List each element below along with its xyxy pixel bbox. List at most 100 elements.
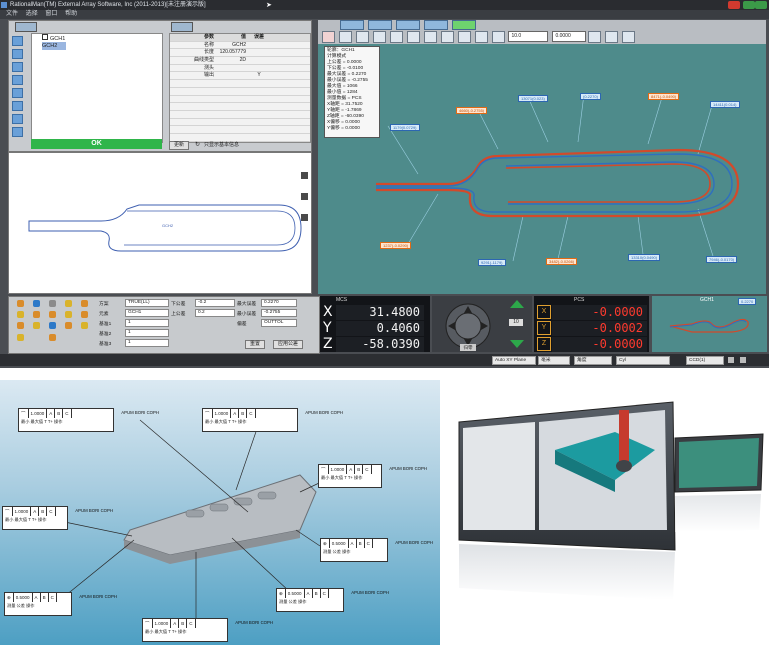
lower-tol-field[interactable]: -0.2 [195, 299, 235, 307]
deviation-callout[interactable]: (0.2270) [580, 93, 601, 100]
tab-3d[interactable] [340, 20, 364, 30]
view-icon[interactable] [301, 172, 308, 179]
coordinate-mode-select[interactable]: Cyl [616, 356, 670, 365]
fit-icon[interactable] [301, 214, 308, 221]
plane-tool-icon[interactable] [12, 75, 23, 85]
fcf-annotation[interactable]: ⊕ 0.5000 A B C 测量 公差 操作 APUM BORI COPH [320, 538, 433, 562]
panel-tab[interactable] [15, 22, 37, 32]
tool-icon[interactable] [17, 334, 24, 341]
tool-icon[interactable] [81, 322, 88, 329]
fcf-annotation[interactable]: ⊕ 0.5000 A B C 测量 公差 操作 APUM BORI COPH [276, 588, 389, 612]
line-tool-icon[interactable] [12, 49, 23, 59]
menu-select[interactable]: 选择 [26, 10, 38, 19]
offset-field[interactable]: 0.0000 [552, 31, 587, 42]
fcf-annotation[interactable]: ⌒ 1.0000 A B C 最小 最大值 T T+ 操作 APUM BORI COPH [202, 408, 343, 432]
deviation-callout[interactable]: 8471(-0.0490) [648, 93, 680, 100]
tool-icon[interactable] [49, 311, 56, 318]
print-icon[interactable] [588, 31, 602, 43]
deviation-callout[interactable]: 14411(0.014) [710, 101, 740, 108]
deviation-callout[interactable]: 1179(0.0729) [390, 124, 420, 131]
close-button[interactable] [728, 1, 740, 9]
checkbox-icon[interactable] [42, 34, 48, 40]
table-row[interactable]: 名称 GCH2 [170, 42, 310, 50]
speed-field[interactable]: 10 [509, 319, 523, 326]
minimize-button[interactable] [743, 1, 755, 9]
joystick-down-button[interactable] [510, 339, 524, 348]
tab-program[interactable] [451, 20, 476, 30]
joystick-up-button[interactable] [510, 300, 524, 309]
scale-select[interactable]: 10.0 [508, 31, 549, 42]
move-icon[interactable] [457, 31, 471, 43]
list-item-selected[interactable]: GCH2 [42, 42, 66, 50]
table-row[interactable]: 测头 [170, 65, 310, 73]
only-basic-info-toggle[interactable]: 只显示基本信息 [204, 142, 239, 148]
tool-icon[interactable] [65, 311, 72, 318]
angle-select[interactable]: 角度 [574, 356, 612, 365]
deviation-callout[interactable]: 13071(0.023) [518, 95, 548, 102]
upper-tol-field[interactable]: 0.2 [195, 309, 235, 317]
deviation-callout[interactable]: 4660(-0.2755) [456, 107, 488, 114]
measure-icon[interactable] [389, 31, 403, 43]
save-icon[interactable] [605, 31, 619, 43]
menu-window[interactable]: 窗口 [45, 10, 57, 19]
tool-icon[interactable] [17, 300, 24, 307]
zero-button[interactable]: 归零 [460, 344, 476, 351]
tool-icon[interactable] [65, 322, 72, 329]
tool-icon[interactable] [33, 322, 40, 329]
fcf-annotation[interactable]: ⌒ 1.0000 A B C 最小 最大值 T T+ 操作 APUM BORI COPH [2, 506, 113, 530]
menu-file[interactable]: 文件 [6, 10, 18, 19]
element-select[interactable]: GCH1 [125, 309, 169, 317]
cylinder-tool-icon[interactable] [12, 114, 23, 124]
select-icon[interactable] [338, 31, 352, 43]
datum3-field[interactable]: 1 [125, 339, 169, 347]
plan-select[interactable]: TRUE(LL) [125, 299, 169, 307]
ok-button[interactable]: OK [31, 139, 162, 149]
grid-icon[interactable] [355, 31, 369, 43]
export-icon[interactable] [622, 31, 636, 43]
arrow-icon[interactable] [423, 31, 437, 43]
tool-icon[interactable] [17, 311, 24, 318]
fcf-annotation[interactable]: ⌒ 1.0000 A B C 最小 最大值 T T+ 操作 APUM BORI COPH [18, 408, 159, 432]
apply-tolerance-button[interactable]: 应用公差 [273, 340, 304, 349]
3d-viewport[interactable]: 轮廓：GCH1 计算模式 上公差 = 0.0000 下公差 = -0.0100 … [318, 44, 766, 294]
fcf-annotation[interactable]: ⊕ 0.5000 A B C 测量 公差 操作 APUM BORI COPH [4, 592, 117, 616]
menu-help[interactable]: 帮助 [65, 10, 77, 19]
tool-icon[interactable] [49, 322, 56, 329]
deviation-callout[interactable]: 1237(-0.0290) [380, 242, 412, 249]
reset-button[interactable]: 重置 [245, 340, 266, 349]
profile-preview[interactable]: GCH2 [8, 152, 312, 294]
deviation-callout[interactable]: 9291(-1179) [478, 259, 506, 266]
list-item[interactable]: GCH1 [32, 34, 162, 42]
panel-tab-2[interactable] [171, 22, 193, 32]
tool-icon[interactable] [81, 300, 88, 307]
rotate-icon[interactable] [474, 31, 488, 43]
plane-select[interactable]: Auto XY Plane [492, 356, 536, 365]
update-button[interactable]: 更新 [169, 141, 190, 150]
table-row[interactable]: 长度 120.057779 [170, 49, 310, 58]
layer-icon[interactable] [372, 31, 386, 43]
camera-icon[interactable] [440, 31, 454, 43]
deviation-callout[interactable]: 7946(-0.0170) [706, 256, 738, 263]
tab-report[interactable] [423, 20, 448, 30]
paint-icon[interactable] [406, 31, 420, 43]
tab-image[interactable] [395, 20, 420, 30]
tool-icon[interactable] [33, 311, 40, 318]
tool-icon[interactable] [49, 300, 56, 307]
table-row[interactable]: 输出 Y [170, 72, 310, 81]
datum2-field[interactable]: 1 [125, 329, 169, 337]
deviation-callout[interactable]: 13310(0.0490) [628, 254, 661, 261]
tool-icon[interactable] [49, 334, 56, 341]
arc-tool-icon[interactable] [12, 62, 23, 72]
mini-profile-view[interactable]: GCH1 0.2270 [652, 296, 767, 352]
zoom-icon[interactable] [301, 193, 308, 200]
table-row[interactable]: 曲线类型 2D [170, 57, 310, 65]
maximize-button[interactable] [755, 1, 767, 9]
stop-icon[interactable] [322, 31, 335, 43]
unit-select[interactable]: 毫米 [538, 356, 570, 365]
fcf-annotation[interactable]: ⌒ 1.0000 A B C 最小 最大值 T T+ 操作 APUM BORI COPH [318, 464, 427, 488]
point-tool-icon[interactable] [12, 88, 23, 98]
tool-icon[interactable] [65, 300, 72, 307]
curve-tool-icon[interactable] [12, 101, 23, 111]
tool-icon[interactable] [33, 300, 40, 307]
tab-2d[interactable] [367, 20, 392, 30]
